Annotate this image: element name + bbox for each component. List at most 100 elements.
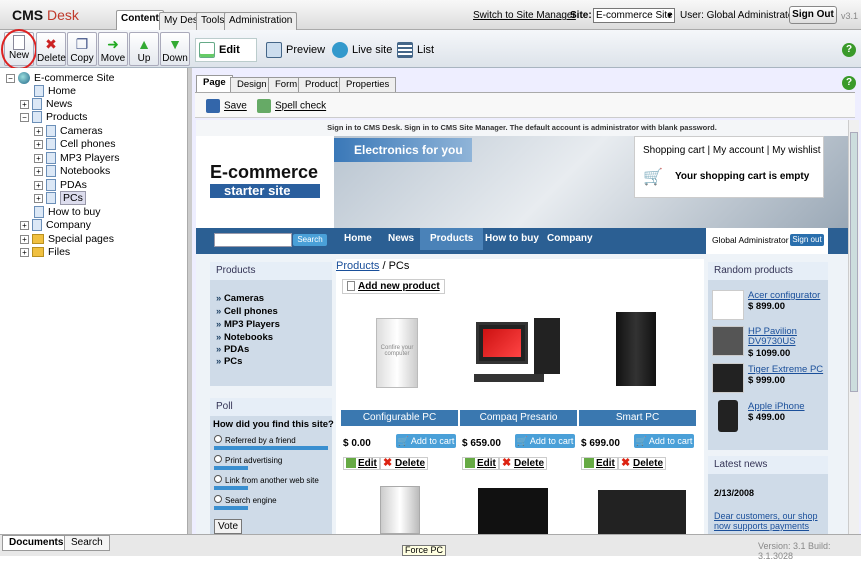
help-icon[interactable]: ? [842,43,856,57]
random-name-3[interactable]: Tiger Extreme PC [748,364,823,375]
product-image-row2-1[interactable] [380,486,420,534]
tree-node-news[interactable]: + News [20,98,72,111]
edit-button-3[interactable]: Edit [581,457,618,470]
vote-button[interactable]: Vote [214,519,243,534]
add-product-button[interactable]: Add new product [342,279,445,294]
tab-properties[interactable]: Properties [339,77,397,92]
nav-home[interactable]: Home [344,228,372,250]
random-image-1[interactable] [712,290,744,320]
save-button[interactable]: Save [206,99,247,113]
radio-icon[interactable] [214,495,222,503]
tree-node-mp3[interactable]: + MP3 Players [34,152,120,165]
expand-icon[interactable]: + [34,193,43,203]
product-name-1[interactable]: Configurable PC [341,410,458,426]
delete-button-3[interactable]: ✖ Delete [618,457,667,470]
tab-page[interactable]: Page [196,75,233,92]
down-button[interactable]: ▼ Down [160,32,190,66]
delete-button-1[interactable]: ✖ Delete [380,457,429,470]
nav-products[interactable]: Products [420,228,484,250]
product-name-3[interactable]: Smart PC [579,410,696,426]
radio-icon[interactable] [214,455,222,463]
radio-icon[interactable] [214,435,222,443]
edit-button-1[interactable]: Edit [343,457,380,470]
news-text[interactable]: Dear customers, our shop now supports pa… [714,511,826,531]
add-to-cart-button-1[interactable]: 🛒 Add to cart [396,434,456,448]
spell-check-button[interactable]: Spell check [257,99,326,113]
breadcrumb-products-link[interactable]: Products [336,260,379,272]
vertical-scrollbar[interactable] [848,120,859,534]
poll-option-1[interactable]: Referred by a friend [214,435,296,445]
switch-site-manager-link[interactable]: Switch to Site Manager [473,10,576,21]
copy-button[interactable]: ❐ Copy [67,32,97,66]
tree-node-cell-phones[interactable]: + Cell phones [34,138,115,151]
cat-mp3[interactable]: MP3 Players [216,318,280,331]
add-to-cart-button-2[interactable]: 🛒 Add to cart [515,434,575,448]
tab-documents[interactable]: Documents [2,535,71,551]
expand-icon[interactable]: + [34,153,43,163]
random-name-1[interactable]: Acer configurator [748,290,828,301]
poll-option-4[interactable]: Search engine [214,495,277,505]
expand-icon[interactable]: + [20,99,29,109]
tab-content[interactable]: Content [116,10,164,30]
expand-icon[interactable]: + [34,166,43,176]
radio-icon[interactable] [214,475,222,483]
view-list-button[interactable]: List [397,39,434,61]
random-name-4[interactable]: Apple iPhone [748,401,805,412]
expand-icon[interactable]: + [34,180,43,190]
view-edit-button[interactable]: Edit [199,39,240,61]
tab-search[interactable]: Search [64,535,110,551]
tree-node-cameras[interactable]: + Cameras [34,125,103,138]
help-icon-2[interactable]: ? [842,76,856,90]
product-name-2[interactable]: Compaq Presario [460,410,577,426]
random-image-4[interactable] [718,400,738,432]
product-image-row2-2[interactable] [478,488,548,534]
add-to-cart-button-3[interactable]: 🛒 Add to cart [634,434,694,448]
view-preview-button[interactable]: Preview [266,39,325,61]
view-live-site-button[interactable]: Live site [332,39,392,61]
random-image-2[interactable] [712,326,744,356]
site-signout-button[interactable]: Sign out [790,234,824,246]
cat-pcs[interactable]: PCs [216,355,242,368]
nav-company[interactable]: Company [547,228,593,250]
edit-button-2[interactable]: Edit [462,457,499,470]
tree-node-company[interactable]: + Company [20,219,91,232]
product-image-smart[interactable] [616,312,656,386]
site-search-button[interactable]: Search [293,234,327,246]
poll-option-2[interactable]: Print advertising [214,455,282,465]
cat-cameras[interactable]: Cameras [216,292,264,305]
up-button[interactable]: ▲ Up [129,32,159,66]
tab-administration[interactable]: Administration [224,12,298,30]
product-image-compaq[interactable] [472,310,568,392]
tree-node-home[interactable]: Home [34,85,76,98]
product-image-row2-3[interactable] [598,490,686,534]
nav-news[interactable]: News [388,228,414,250]
tree-node-files[interactable]: + Files [20,246,70,259]
cat-cell-phones[interactable]: Cell phones [216,305,278,318]
poll-option-3[interactable]: Link from another web site [214,475,319,485]
move-button[interactable]: ➜ Move [98,32,128,66]
delete-button[interactable]: ✖ Delete [36,32,66,66]
expand-icon[interactable]: + [20,220,29,230]
tree-node-special-pages[interactable]: + Special pages [20,233,114,246]
site-search-input[interactable] [214,233,292,247]
expand-icon[interactable]: + [20,234,29,244]
tree-node-products[interactable]: − Products [20,111,87,124]
tree-node-root[interactable]: − E-commerce Site [6,72,115,85]
tree-node-pcs[interactable]: + PCs [34,191,86,205]
product-image-configurable[interactable]: Confire your computer [376,318,418,388]
sign-out-button[interactable]: Sign Out [789,6,837,24]
cart-links[interactable]: Shopping cart | My account | My wishlist [643,145,821,156]
tree-node-notebooks[interactable]: + Notebooks [34,165,110,178]
tab-product[interactable]: Product [298,77,345,92]
nav-how-to-buy[interactable]: How to buy [485,228,539,250]
random-name-2[interactable]: HP Pavilion DV9730US [748,327,822,347]
site-select[interactable]: E-commerce Site [593,8,675,23]
tree-node-how-to-buy[interactable]: How to buy [34,206,101,219]
expand-icon[interactable]: + [20,247,29,257]
expand-icon[interactable]: + [34,126,43,136]
random-image-3[interactable] [712,363,744,393]
collapse-icon[interactable]: − [20,112,29,122]
collapse-icon[interactable]: − [6,73,15,83]
expand-icon[interactable]: + [34,139,43,149]
delete-button-2[interactable]: ✖ Delete [499,457,548,470]
